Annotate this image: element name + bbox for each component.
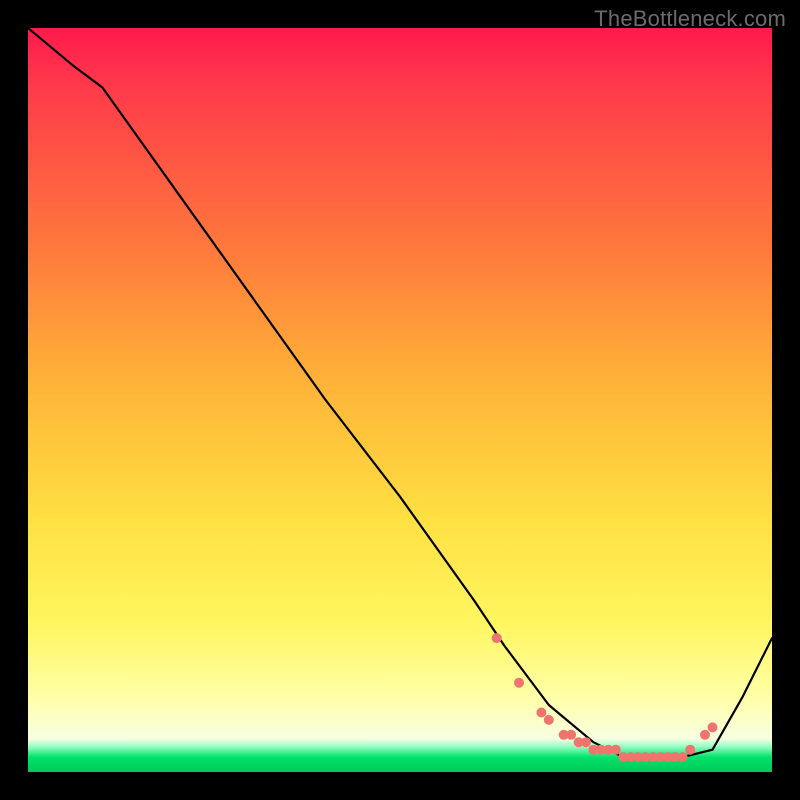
highlight-dot (544, 715, 554, 725)
outer-black-frame: TheBottleneck.com (0, 0, 800, 800)
highlight-dot (566, 730, 576, 740)
highlight-dot (581, 737, 591, 747)
highlight-dot (700, 730, 710, 740)
highlight-dot (678, 752, 688, 762)
highlight-dot (611, 745, 621, 755)
highlight-dot (708, 722, 718, 732)
highlight-dot (514, 678, 524, 688)
chart-svg (28, 28, 772, 772)
plot-area (28, 28, 772, 772)
highlight-dots-group (492, 633, 718, 762)
highlight-dot (536, 708, 546, 718)
highlight-dot (685, 745, 695, 755)
highlight-dot (492, 633, 502, 643)
bottleneck-curve-path (28, 28, 772, 757)
